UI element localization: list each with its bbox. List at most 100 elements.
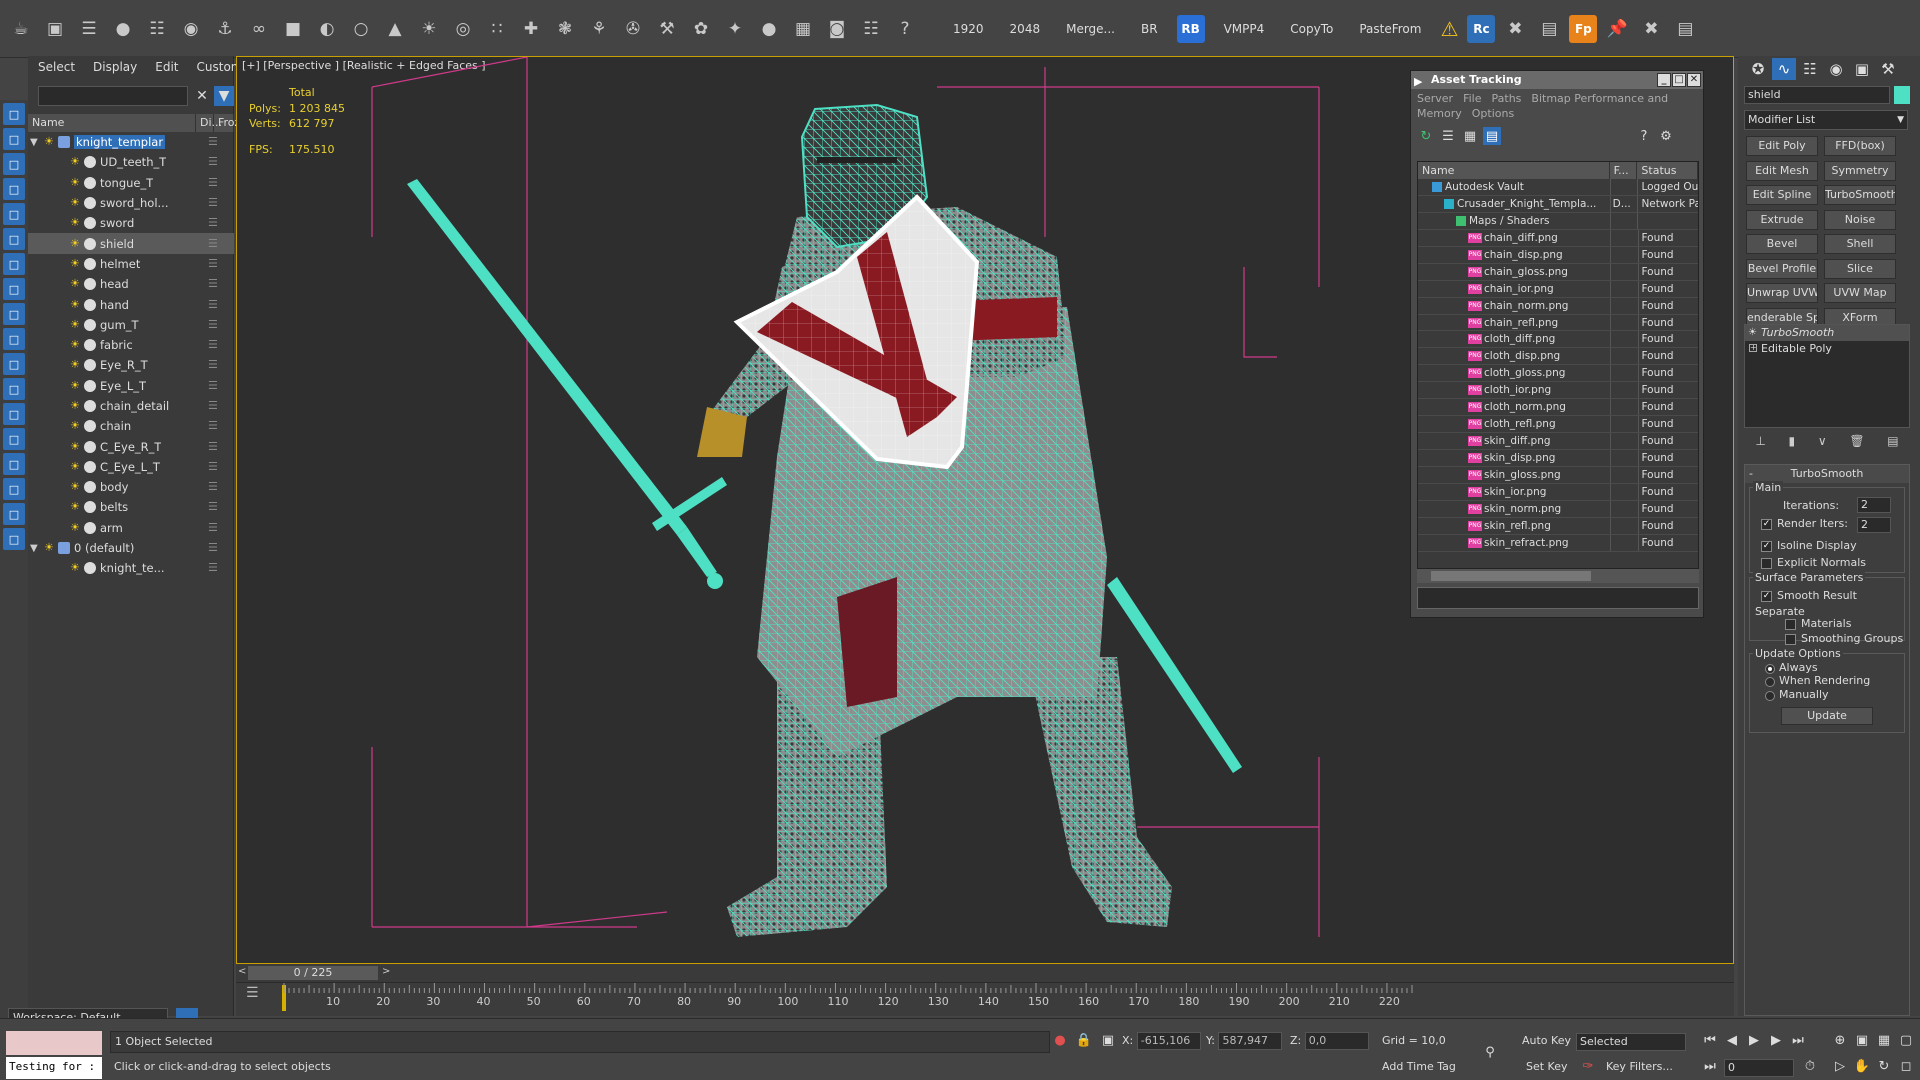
asset-row[interactable]: PNG chain_gloss.png Found xyxy=(1418,263,1698,281)
modifier-button-bevel[interactable]: Bevel xyxy=(1746,234,1818,254)
toolbar-label-1920[interactable]: 1920 xyxy=(953,22,984,36)
modifier-button-bevel-profile[interactable]: Bevel Profile xyxy=(1746,258,1818,279)
layer-manager-icon[interactable]: □ xyxy=(3,428,25,450)
curve-editor-icon[interactable]: □ xyxy=(3,353,25,375)
asset-menu-options[interactable]: Options xyxy=(1472,107,1514,120)
scene-tree-item[interactable]: ☀ C_Eye_L_T ☰ xyxy=(28,457,234,477)
always-radio[interactable] xyxy=(1765,664,1775,674)
zoom-region-icon[interactable]: ▢ xyxy=(1896,1031,1916,1051)
scene-search-input[interactable] xyxy=(38,86,188,106)
display-toggle-icon[interactable]: ☰ xyxy=(208,257,222,271)
asset-row[interactable]: PNG chain_ior.png Found xyxy=(1418,280,1698,298)
helper-icon[interactable]: ✚ xyxy=(516,14,546,44)
scene-tree-item[interactable]: ☀ helmet ☰ xyxy=(28,254,234,274)
help-icon[interactable]: ? xyxy=(890,14,920,44)
expand-arrow-icon[interactable]: ▼ xyxy=(30,137,38,148)
asset-row[interactable]: PNG chain_refl.png Found xyxy=(1418,314,1698,332)
lightbulb-icon[interactable]: ☀ xyxy=(70,379,80,392)
display-toggle-icon[interactable]: ☰ xyxy=(208,135,222,149)
pin-icon[interactable]: 📌 xyxy=(1602,14,1632,44)
column-name[interactable]: Name xyxy=(28,114,196,132)
modifier-button-shell[interactable]: Shell xyxy=(1824,234,1896,254)
display-toggle-icon[interactable]: ☰ xyxy=(208,216,222,230)
display-toggle-icon[interactable]: ☰ xyxy=(208,298,222,312)
motion-tab-icon[interactable]: ◉ xyxy=(1824,58,1848,80)
lightbulb-icon[interactable]: ☀ xyxy=(70,359,80,371)
scene-tree-item[interactable]: ☀ Eye_R_T ☰ xyxy=(28,355,234,375)
fov-icon[interactable]: ▷ xyxy=(1830,1057,1850,1077)
asset-row[interactable]: PNG cloth_diff.png Found xyxy=(1418,331,1698,349)
modifier-button-slice[interactable]: Slice xyxy=(1824,258,1896,279)
isoline-checkbox[interactable]: ✓ xyxy=(1761,541,1772,552)
spreadsheet-icon[interactable]: ▤ xyxy=(1534,14,1564,44)
tool2-icon[interactable]: ✿ xyxy=(686,14,716,44)
pin-stack-icon[interactable]: ⊥ xyxy=(1755,434,1765,454)
key-mode-dropdown[interactable]: Selected xyxy=(1576,1033,1686,1051)
mirror-icon[interactable]: □ xyxy=(3,303,25,325)
material-editor-icon[interactable]: ● xyxy=(108,14,138,44)
lightbulb-icon[interactable]: ☀ xyxy=(70,460,80,473)
time-config-icon[interactable]: ⏱ xyxy=(1800,1057,1820,1077)
scene-tree-item[interactable]: ▼ ☀ 0 (default) ☰ xyxy=(28,538,234,558)
zoom-all-icon[interactable]: ▣ xyxy=(1852,1031,1872,1051)
scene-tree-item[interactable]: ☀ gum_T ☰ xyxy=(28,315,234,335)
layer-icon[interactable]: ◉ xyxy=(176,14,206,44)
display-toggle-icon[interactable]: ☰ xyxy=(208,440,222,454)
add-time-tag[interactable]: Add Time Tag xyxy=(1382,1057,1456,1077)
next-frame-icon[interactable]: > xyxy=(382,966,392,980)
display-toggle-icon[interactable]: ☰ xyxy=(208,561,222,575)
go-to-start-icon[interactable]: ⏮ xyxy=(1700,1031,1720,1051)
scene-explorer-icon[interactable]: ☷ xyxy=(142,14,172,44)
asset-row[interactable]: Crusader_Knight_Templa... D...Network Pat xyxy=(1418,195,1698,213)
display-toggle-icon[interactable]: ☰ xyxy=(208,237,222,251)
rotate-icon[interactable]: □ xyxy=(3,178,25,200)
scene-tree-item[interactable]: ▼ ☀ knight_templar ☰ xyxy=(28,132,234,152)
cross-tools-icon[interactable]: ✖ xyxy=(1636,14,1666,44)
absolute-mode-icon[interactable]: ▣ xyxy=(1098,1031,1118,1051)
asset-row[interactable]: PNG cloth_ior.png Found xyxy=(1418,382,1698,400)
make-unique-icon[interactable]: ∨ xyxy=(1818,434,1827,454)
rb-button[interactable]: RB xyxy=(1176,14,1205,43)
percent-snap-icon[interactable]: □ xyxy=(3,278,25,300)
lightbulb-icon[interactable]: ☀ xyxy=(70,237,80,250)
configure-icon[interactable]: ▤ xyxy=(1887,434,1898,454)
scene-tree-item[interactable]: ☀ body ☰ xyxy=(28,477,234,497)
scene-tree-item[interactable]: ☀ sword_hol... ☰ xyxy=(28,193,234,213)
bind-icon[interactable]: ∞ xyxy=(244,14,274,44)
time-slider[interactable]: < 0 / 225 > xyxy=(236,964,1734,982)
light-icon[interactable]: ☀ xyxy=(414,14,444,44)
asset-row[interactable]: PNG skin_refl.png Found xyxy=(1418,517,1698,535)
camera-icon[interactable]: ◎ xyxy=(448,14,478,44)
y-field[interactable]: 587,947 xyxy=(1218,1032,1283,1050)
iterations-spinner[interactable]: 2 xyxy=(1857,497,1891,513)
zoom-icon[interactable]: ⊕ xyxy=(1830,1031,1850,1051)
stack-item-turbosmooth[interactable]: ☀ TurboSmooth xyxy=(1745,325,1909,341)
scene-menu-display[interactable]: Display xyxy=(93,60,137,74)
modifier-button-edit-mesh[interactable]: Edit Mesh xyxy=(1746,160,1818,181)
display-toggle-icon[interactable]: ☰ xyxy=(208,379,222,393)
modifier-button-unwrap-uvw[interactable]: Unwrap UVW xyxy=(1746,283,1818,303)
modifier-button-extrude[interactable]: Extrude xyxy=(1746,209,1818,230)
hierarchy-icon[interactable]: □ xyxy=(3,528,25,550)
display-toggle-icon[interactable]: ☰ xyxy=(208,338,222,352)
toolbar-label-2048[interactable]: 2048 xyxy=(1010,22,1041,36)
asset-row[interactable]: PNG skin_ior.png Found xyxy=(1418,483,1698,501)
previous-frame-icon[interactable]: ◀ xyxy=(1722,1031,1742,1051)
asset-row[interactable]: PNG cloth_gloss.png Found xyxy=(1418,365,1698,383)
close-icon[interactable]: ✕ xyxy=(192,86,212,106)
scene-tree-item[interactable]: ☀ chain ☰ xyxy=(28,416,234,436)
fp-button[interactable]: Fp xyxy=(1569,14,1598,43)
timeline-ruler[interactable]: ☰ 10 20 30 40 50 60 70 80 90 100 110 120 130 140 150 16… xyxy=(236,982,1734,1016)
column-frozen[interactable]: Froze xyxy=(214,114,247,132)
system-icon[interactable]: ⚘ xyxy=(584,14,614,44)
next-frame-icon[interactable]: ▶ xyxy=(1766,1031,1786,1051)
minimize-icon[interactable]: _ xyxy=(1657,73,1671,87)
orbit-icon[interactable]: ↻ xyxy=(1874,1057,1894,1077)
lightbulb-icon[interactable]: ☀ xyxy=(70,197,80,209)
list-icon[interactable]: ☰ xyxy=(1439,127,1457,145)
link-icon[interactable]: ⚓ xyxy=(210,14,240,44)
pan-icon[interactable]: ✋ xyxy=(1852,1057,1872,1077)
isolate-icon[interactable]: ● xyxy=(1050,1031,1070,1051)
tools-icon[interactable]: ✖ xyxy=(1500,14,1530,44)
current-frame-field[interactable]: 0 xyxy=(1724,1059,1794,1077)
